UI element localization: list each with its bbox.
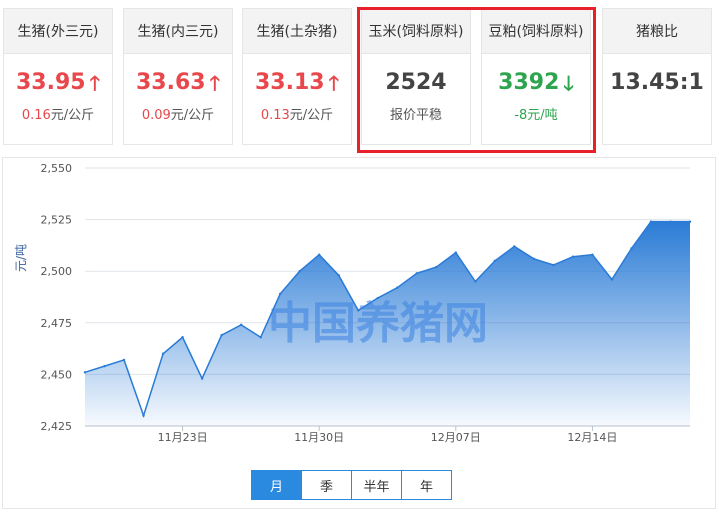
y-tick-label: 2,450 bbox=[41, 368, 73, 381]
price-chart: 中国养猪网 2,550 2,525 2,500 2,475 2,450 2,425 11月2… bbox=[41, 162, 692, 444]
data-point[interactable] bbox=[513, 245, 516, 248]
range-month-button[interactable]: 月 bbox=[252, 471, 301, 499]
data-point[interactable] bbox=[259, 336, 262, 339]
data-point[interactable] bbox=[552, 263, 555, 267]
data-point[interactable] bbox=[161, 352, 165, 355]
y-tick-label: 2,525 bbox=[41, 214, 73, 227]
range-switch: 月 季 半年 年 bbox=[251, 470, 452, 500]
data-point[interactable] bbox=[435, 265, 438, 269]
data-point[interactable] bbox=[181, 336, 184, 339]
data-point[interactable] bbox=[591, 253, 594, 256]
data-point[interactable] bbox=[630, 247, 633, 250]
x-tick-label: 12月07日 bbox=[431, 431, 481, 444]
data-point[interactable] bbox=[454, 251, 458, 254]
range-quarter-button[interactable]: 季 bbox=[301, 471, 351, 499]
data-point[interactable] bbox=[415, 272, 418, 275]
data-point[interactable] bbox=[298, 270, 301, 273]
data-point[interactable] bbox=[688, 220, 692, 223]
data-point[interactable] bbox=[669, 220, 672, 223]
data-point[interactable] bbox=[571, 255, 575, 258]
y-tick-label: 2,550 bbox=[41, 162, 73, 175]
data-point[interactable] bbox=[239, 323, 243, 327]
data-point[interactable] bbox=[103, 364, 106, 368]
data-point[interactable] bbox=[396, 286, 399, 289]
y-tick-label: 2,425 bbox=[41, 420, 73, 433]
data-point[interactable] bbox=[474, 280, 477, 283]
data-point[interactable] bbox=[532, 257, 536, 261]
data-point[interactable] bbox=[337, 274, 340, 277]
data-point[interactable] bbox=[200, 377, 204, 380]
x-tick-label: 12月14日 bbox=[567, 431, 617, 444]
x-tick-label: 11月30日 bbox=[294, 431, 344, 444]
y-tick-label: 2,500 bbox=[41, 265, 73, 278]
data-point[interactable] bbox=[142, 414, 145, 417]
data-point[interactable] bbox=[122, 358, 126, 362]
range-year-button[interactable]: 年 bbox=[401, 471, 451, 499]
data-point[interactable] bbox=[278, 292, 282, 296]
y-tick-label: 2,475 bbox=[41, 317, 73, 330]
data-point[interactable] bbox=[317, 253, 321, 256]
data-point[interactable] bbox=[610, 278, 614, 281]
watermark: 中国养猪网 bbox=[268, 298, 488, 349]
data-point[interactable] bbox=[649, 220, 653, 223]
data-point[interactable] bbox=[493, 259, 497, 263]
data-point[interactable] bbox=[220, 333, 223, 337]
x-tick-label: 11月23日 bbox=[158, 431, 208, 444]
data-point[interactable] bbox=[83, 371, 87, 374]
range-halfyear-button[interactable]: 半年 bbox=[351, 471, 401, 499]
